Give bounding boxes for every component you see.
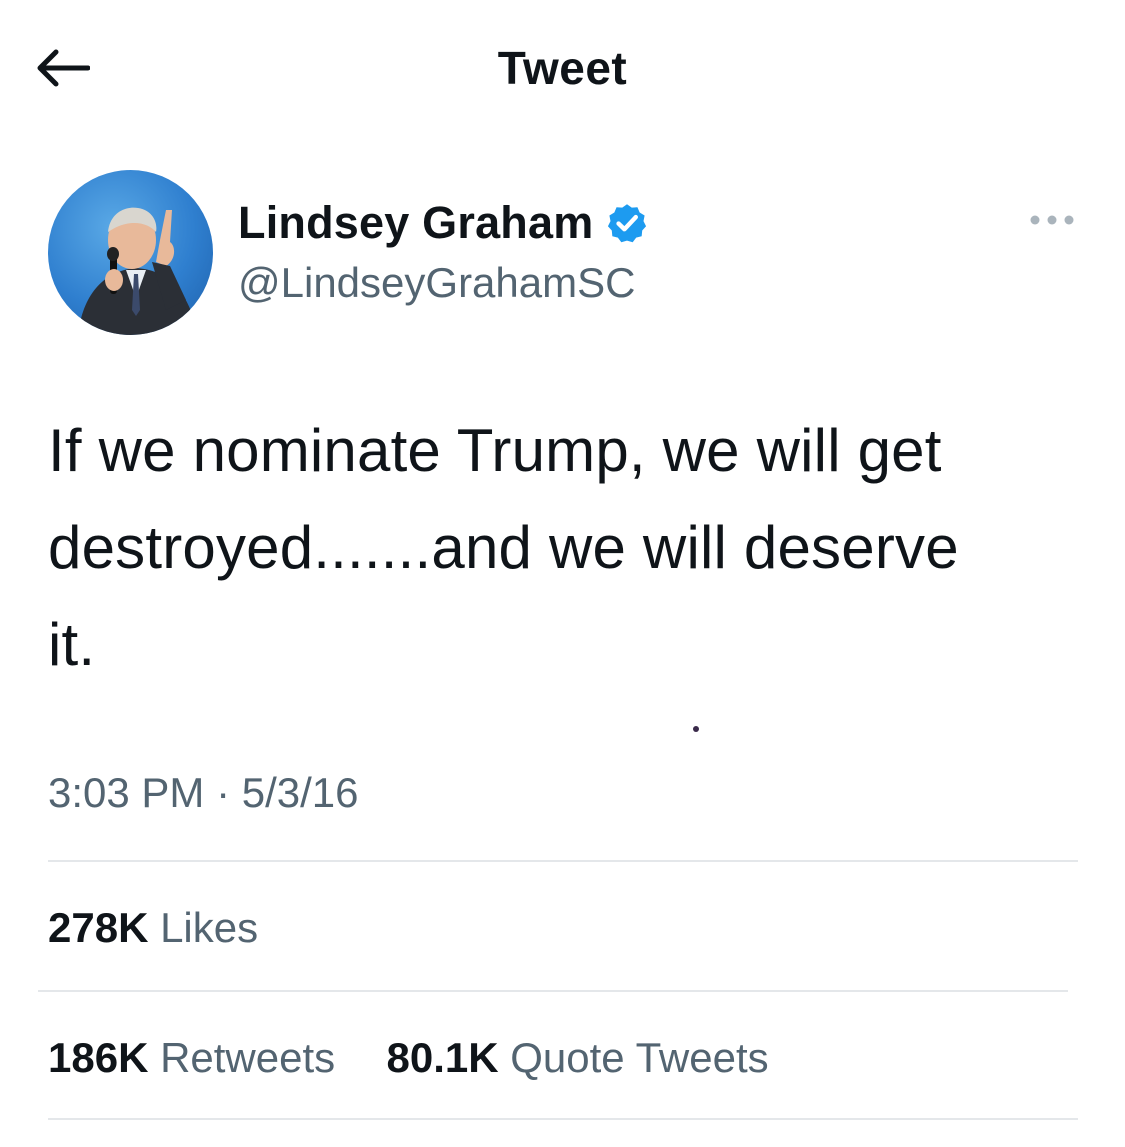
likes-label: Likes [160,904,259,951]
engagement-stats-row: 186K Retweets 80.1K Quote Tweets [48,1030,769,1086]
divider [38,990,1068,992]
quote-tweets-label: Quote Tweets [510,1034,769,1081]
page-title: Tweet [497,42,628,94]
tweet-text: If we nominate Trump, we will get destro… [48,417,959,678]
profile-photo [78,207,198,335]
retweets-count: 186K [48,1034,149,1081]
divider [48,860,1078,862]
retweets-stat[interactable]: 186K Retweets [48,1034,347,1081]
avatar[interactable] [48,170,213,335]
more-horizontal-icon [1030,215,1074,225]
author-name[interactable]: Lindsey Graham [238,197,593,249]
quote-tweets-count: 80.1K [386,1034,499,1081]
likes-count: 278K [48,904,149,951]
tweet-timestamp[interactable]: 3:03 PM · 5/3/16 [48,765,359,821]
likes-stat[interactable]: 278K Likes [48,900,258,956]
top-bar: Tweet [0,0,1125,135]
retweets-label: Retweets [160,1034,336,1081]
more-options-button[interactable] [1024,204,1080,236]
author-name-row[interactable]: Lindsey Graham [238,193,649,253]
quote-tweets-stat[interactable]: 80.1K Quote Tweets [387,1034,769,1081]
verified-badge-icon [608,204,647,243]
author-handle[interactable]: @LindseyGrahamSC [238,256,635,310]
divider [48,1118,1078,1120]
decorative-dot [693,726,699,732]
